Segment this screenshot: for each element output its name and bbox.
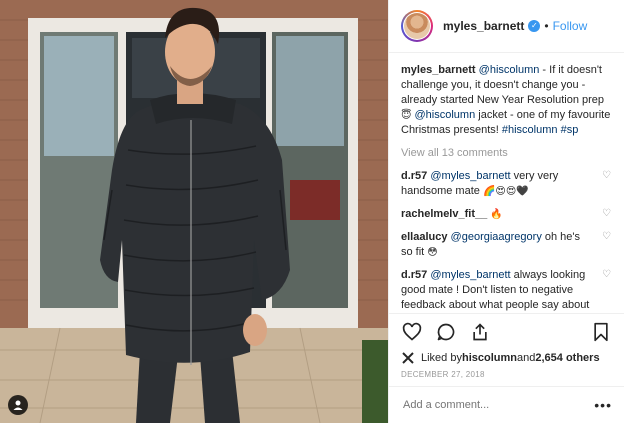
- comment-username[interactable]: d.r57: [401, 269, 427, 281]
- comment-emoji: 🌈😍😍🖤: [482, 186, 529, 197]
- comment-item: rachelmelv_fit__ 🔥 ♡: [401, 207, 612, 222]
- likes-summary: Liked by hiscolumn and 2,654 others: [389, 350, 624, 366]
- comment-item: d.r57 @myles_barnett very very handsome …: [401, 169, 612, 199]
- bookmark-icon[interactable]: [590, 321, 612, 343]
- separator-dot: •: [544, 19, 549, 33]
- instagram-post: myles_barnett ✓ • Follow myles_barnett @…: [0, 0, 624, 423]
- comment-username[interactable]: ellaalucy: [401, 231, 447, 243]
- like-comment-heart-icon[interactable]: ♡: [602, 209, 612, 219]
- caption-hashtag[interactable]: #sp: [561, 124, 579, 136]
- comment-item: d.r57 @myles_barnett always looking good…: [401, 268, 612, 313]
- likes-prefix: Liked by: [421, 352, 462, 364]
- caption-username[interactable]: myles_barnett: [401, 64, 476, 76]
- add-comment-bar: •••: [389, 386, 624, 423]
- comment-emoji: 😳: [427, 247, 438, 258]
- post-date[interactable]: DECEMBER 27, 2018: [389, 366, 624, 386]
- comment-mention[interactable]: @georgiaagregory: [451, 231, 542, 243]
- likes-middle: and: [517, 352, 536, 364]
- caption-mention[interactable]: @hiscolumn: [479, 64, 540, 76]
- post-sidebar: myles_barnett ✓ • Follow myles_barnett @…: [388, 0, 624, 423]
- view-all-comments-link[interactable]: View all 13 comments: [401, 146, 612, 161]
- comment-emoji: 🔥: [490, 209, 503, 220]
- add-comment-input[interactable]: [401, 398, 595, 412]
- caption: myles_barnett @hiscolumn - If it doesn't…: [401, 63, 612, 138]
- like-comment-heart-icon[interactable]: ♡: [602, 232, 612, 242]
- liked-by-avatar-icon: [402, 352, 414, 364]
- likes-count[interactable]: 2,654 others: [535, 352, 599, 364]
- comments-section: myles_barnett @hiscolumn - If it doesn't…: [389, 53, 624, 313]
- verified-badge-icon: ✓: [528, 20, 541, 32]
- comment-username[interactable]: rachelmelv_fit__: [401, 208, 487, 220]
- heart-icon[interactable]: [401, 321, 423, 343]
- comment-icon[interactable]: [435, 321, 457, 343]
- like-comment-heart-icon[interactable]: ♡: [602, 171, 612, 181]
- share-icon[interactable]: [469, 321, 491, 343]
- comment-mention[interactable]: @myles_barnett: [430, 170, 510, 182]
- comment-username[interactable]: d.r57: [401, 170, 427, 182]
- comment-mention[interactable]: @myles_barnett: [430, 269, 510, 281]
- more-options-icon[interactable]: •••: [594, 397, 612, 413]
- like-comment-heart-icon[interactable]: ♡: [602, 270, 612, 280]
- caption-emoji: 😇: [401, 110, 412, 121]
- likes-user[interactable]: hiscolumn: [462, 352, 517, 364]
- action-bar: [389, 313, 624, 350]
- post-header: myles_barnett ✓ • Follow: [389, 0, 624, 53]
- avatar[interactable]: [401, 10, 433, 42]
- post-photo[interactable]: [0, 0, 388, 423]
- tagged-user-icon[interactable]: [8, 395, 28, 415]
- post-image: [0, 0, 388, 423]
- follow-button[interactable]: Follow: [553, 19, 588, 33]
- caption-hashtag[interactable]: #hiscolumn: [502, 124, 558, 136]
- header-username[interactable]: myles_barnett: [443, 19, 524, 33]
- comment-item: ellaalucy @georgiaagregory oh he's so fi…: [401, 230, 612, 260]
- caption-mention[interactable]: @hiscolumn: [415, 109, 476, 121]
